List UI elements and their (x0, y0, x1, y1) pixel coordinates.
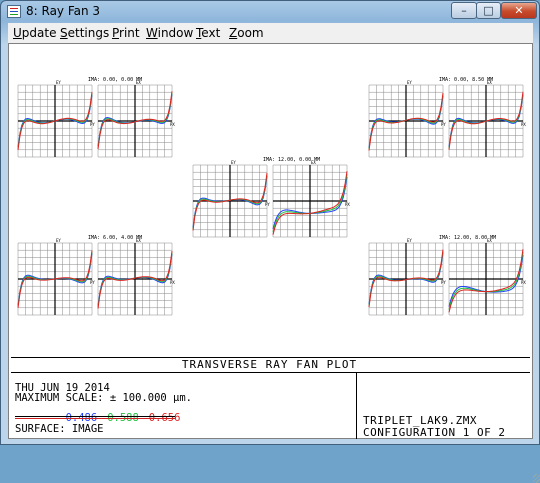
axis-label: PY (90, 122, 95, 127)
fan-py-plot (17, 242, 93, 316)
plot-area: IMA: 0.00, 0.00 MM EY PY EX PX IMA: 0.00, 8.5… (8, 43, 540, 483)
resize-grip[interactable] (533, 474, 540, 483)
fan-px-plot (97, 84, 173, 158)
fan-py-plot (17, 84, 93, 158)
axis-label: EX (311, 160, 316, 165)
field-label: IMA: 0.00, 0.00 MM (88, 77, 142, 83)
axis-label: PX (521, 280, 526, 285)
menu-settings[interactable]: Settings (60, 26, 109, 40)
axis-label: PX (170, 122, 175, 127)
axis-label: PY (265, 202, 270, 207)
axis-label: PX (170, 280, 175, 285)
axis-label: PY (441, 122, 446, 127)
axis-label: PX (521, 122, 526, 127)
axis-label: EY (231, 160, 236, 165)
ray-fan-window: 8: Ray Fan 3 – □ ✕ Update Settings Print… (0, 0, 540, 483)
fan-py-plot (368, 84, 444, 158)
fan-px-plot (448, 84, 524, 158)
window-title: 8: Ray Fan 3 (26, 4, 101, 18)
menu-bar: Update Settings Print Window Text Zoom (8, 23, 533, 43)
max-scale: MAXIMUM SCALE: ± 100.000 µm. (15, 392, 193, 404)
axis-label: PY (90, 280, 95, 285)
fan-py-plot (192, 164, 268, 238)
footer-divider-2 (11, 372, 530, 373)
surface-label: SURFACE: IMAGE (15, 423, 104, 435)
ray-fan-plots: IMA: 0.00, 0.00 MM EY PY EX PX IMA: 0.00, 8.5… (17, 77, 526, 316)
configuration-label: CONFIGURATION 1 OF 2 (363, 426, 506, 439)
axis-label: EY (56, 238, 61, 243)
menu-update[interactable]: Update (13, 26, 56, 40)
menu-text[interactable]: Text (196, 26, 220, 40)
axis-label: EY (407, 80, 412, 85)
axis-label: EY (56, 80, 61, 85)
menu-print[interactable]: Print (112, 26, 140, 40)
fan-px-plot (448, 242, 524, 316)
axis-label: EX (136, 238, 141, 243)
menu-zoom[interactable]: Zoom (229, 26, 264, 40)
fan-py-plot (368, 242, 444, 316)
legend-rule (15, 416, 175, 417)
fan-px-plot (97, 242, 173, 316)
maximize-button[interactable]: □ (476, 2, 501, 19)
minimize-button[interactable]: – (451, 2, 477, 19)
field-label: IMA: 0.00, 8.50 MM (439, 77, 493, 83)
axis-label: EX (487, 238, 492, 243)
plot-title: TRANSVERSE RAY FAN PLOT (181, 358, 358, 371)
field-label: IMA: 6.00, 4.00 MM (88, 235, 142, 241)
legend-rule-red (15, 418, 175, 419)
title-bar[interactable]: 8: Ray Fan 3 – □ ✕ (1, 1, 539, 23)
axis-label: EX (487, 80, 492, 85)
axis-label: PY (441, 280, 446, 285)
close-button[interactable]: ✕ (501, 2, 537, 19)
axis-label: EY (407, 238, 412, 243)
axis-label: EX (136, 80, 141, 85)
fan-px-plot (272, 164, 348, 238)
app-icon (7, 5, 21, 18)
menu-window[interactable]: Window (146, 26, 193, 40)
footer-vertical-divider (356, 372, 357, 439)
axis-label: PX (345, 202, 350, 207)
